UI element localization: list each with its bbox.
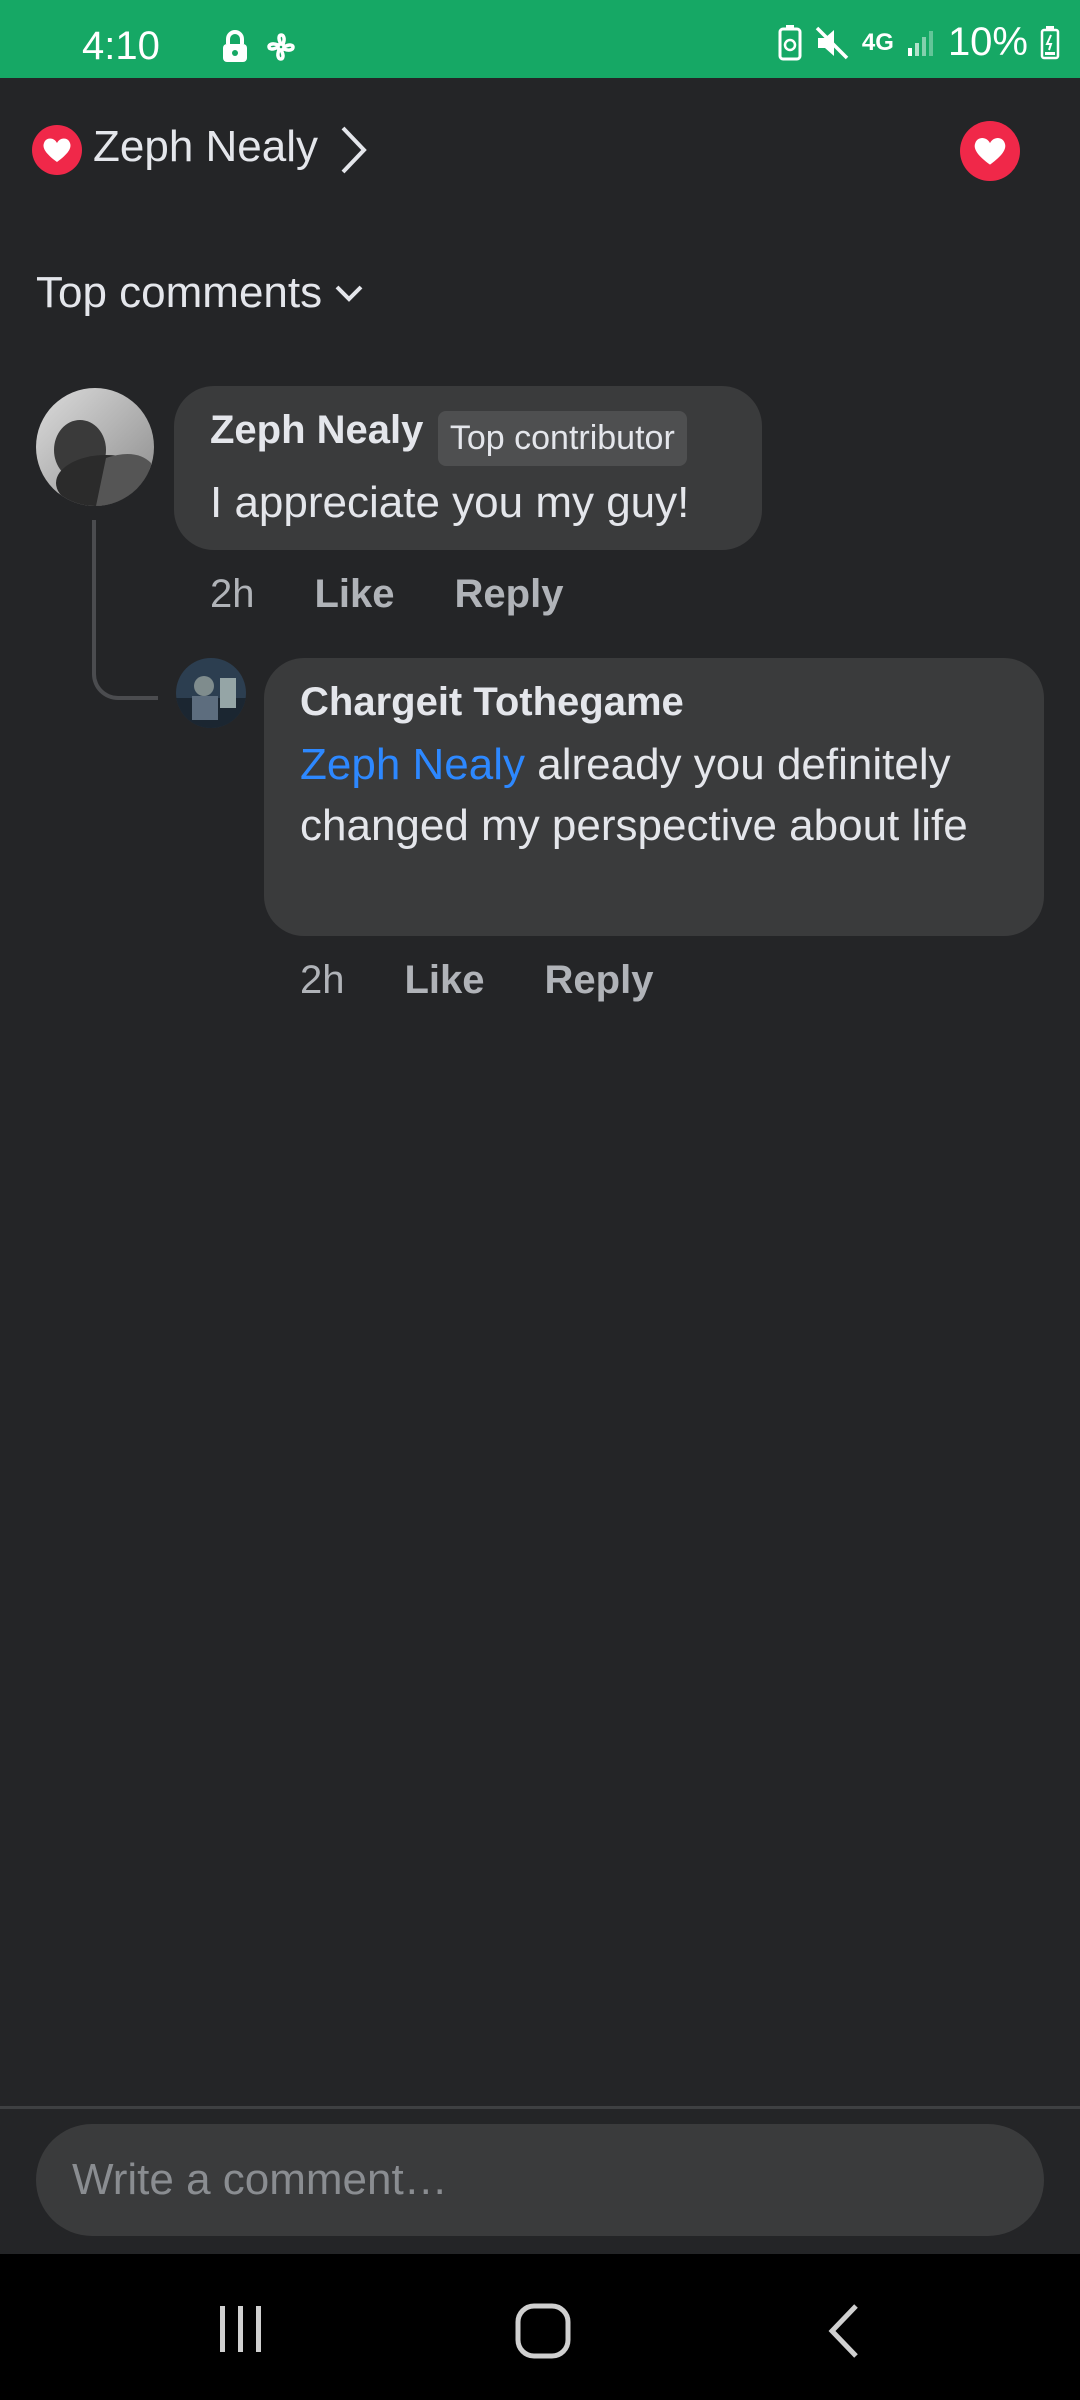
heart-reaction-button[interactable]: [960, 121, 1020, 181]
post-header: Zeph Nealy: [0, 78, 1080, 228]
status-bar: 4:10 4G 10%: [0, 0, 1080, 78]
comment-bubble[interactable]: Chargeit Tothegame Zeph Nealy already yo…: [264, 658, 1044, 936]
like-button[interactable]: Like: [405, 958, 485, 1003]
sort-label: Top comments: [36, 268, 323, 317]
comment-input-placeholder: Write a comment…: [72, 2155, 448, 2204]
love-reaction-icon: [32, 125, 82, 175]
reply-thread-line: [92, 520, 158, 700]
recycle-battery-icon: [778, 24, 802, 61]
mention-link[interactable]: Zeph Nealy: [300, 740, 525, 789]
fan-icon: [264, 30, 298, 69]
divider: [0, 2106, 1080, 2109]
chevron-down-icon: [335, 285, 363, 302]
like-button[interactable]: Like: [315, 572, 395, 617]
recent-apps-icon[interactable]: [214, 2302, 268, 2361]
comment-actions: 2h Like Reply: [210, 572, 563, 617]
comment-time: 2h: [300, 958, 345, 1002]
reactor-name[interactable]: Zeph Nealy: [93, 122, 318, 172]
comment-time: 2h: [210, 572, 255, 616]
comment-actions: 2h Like Reply: [300, 958, 653, 1003]
comment-author[interactable]: Zeph Nealy: [210, 408, 423, 452]
comment-sort-dropdown[interactable]: Top comments: [36, 268, 364, 318]
status-time: 4:10: [82, 24, 160, 68]
comment-text: I appreciate you my guy!: [210, 478, 690, 527]
system-navigation-bar: [0, 2254, 1080, 2400]
reply-button[interactable]: Reply: [545, 958, 654, 1003]
battery-percent: 10%: [947, 20, 1028, 64]
4g-icon: 4G: [861, 28, 894, 56]
comment-bubble[interactable]: Zeph Nealy Top contributor I appreciate …: [174, 386, 762, 550]
mute-icon: [814, 25, 850, 61]
signal-icon: [906, 28, 936, 58]
avatar[interactable]: [176, 658, 246, 728]
chevron-right-icon[interactable]: [338, 124, 368, 181]
reply-button[interactable]: Reply: [455, 572, 564, 617]
lock-icon: [220, 30, 250, 69]
comment-text: Zeph Nealy already you definitely change…: [300, 734, 1010, 856]
back-icon[interactable]: [824, 2302, 864, 2365]
comment-author[interactable]: Chargeit Tothegame: [300, 680, 684, 725]
home-icon[interactable]: [514, 2302, 572, 2365]
comment-input[interactable]: Write a comment…: [36, 2124, 1044, 2236]
top-contributor-badge: Top contributor: [437, 411, 687, 467]
battery-icon: [1040, 25, 1060, 60]
avatar[interactable]: [36, 388, 154, 506]
